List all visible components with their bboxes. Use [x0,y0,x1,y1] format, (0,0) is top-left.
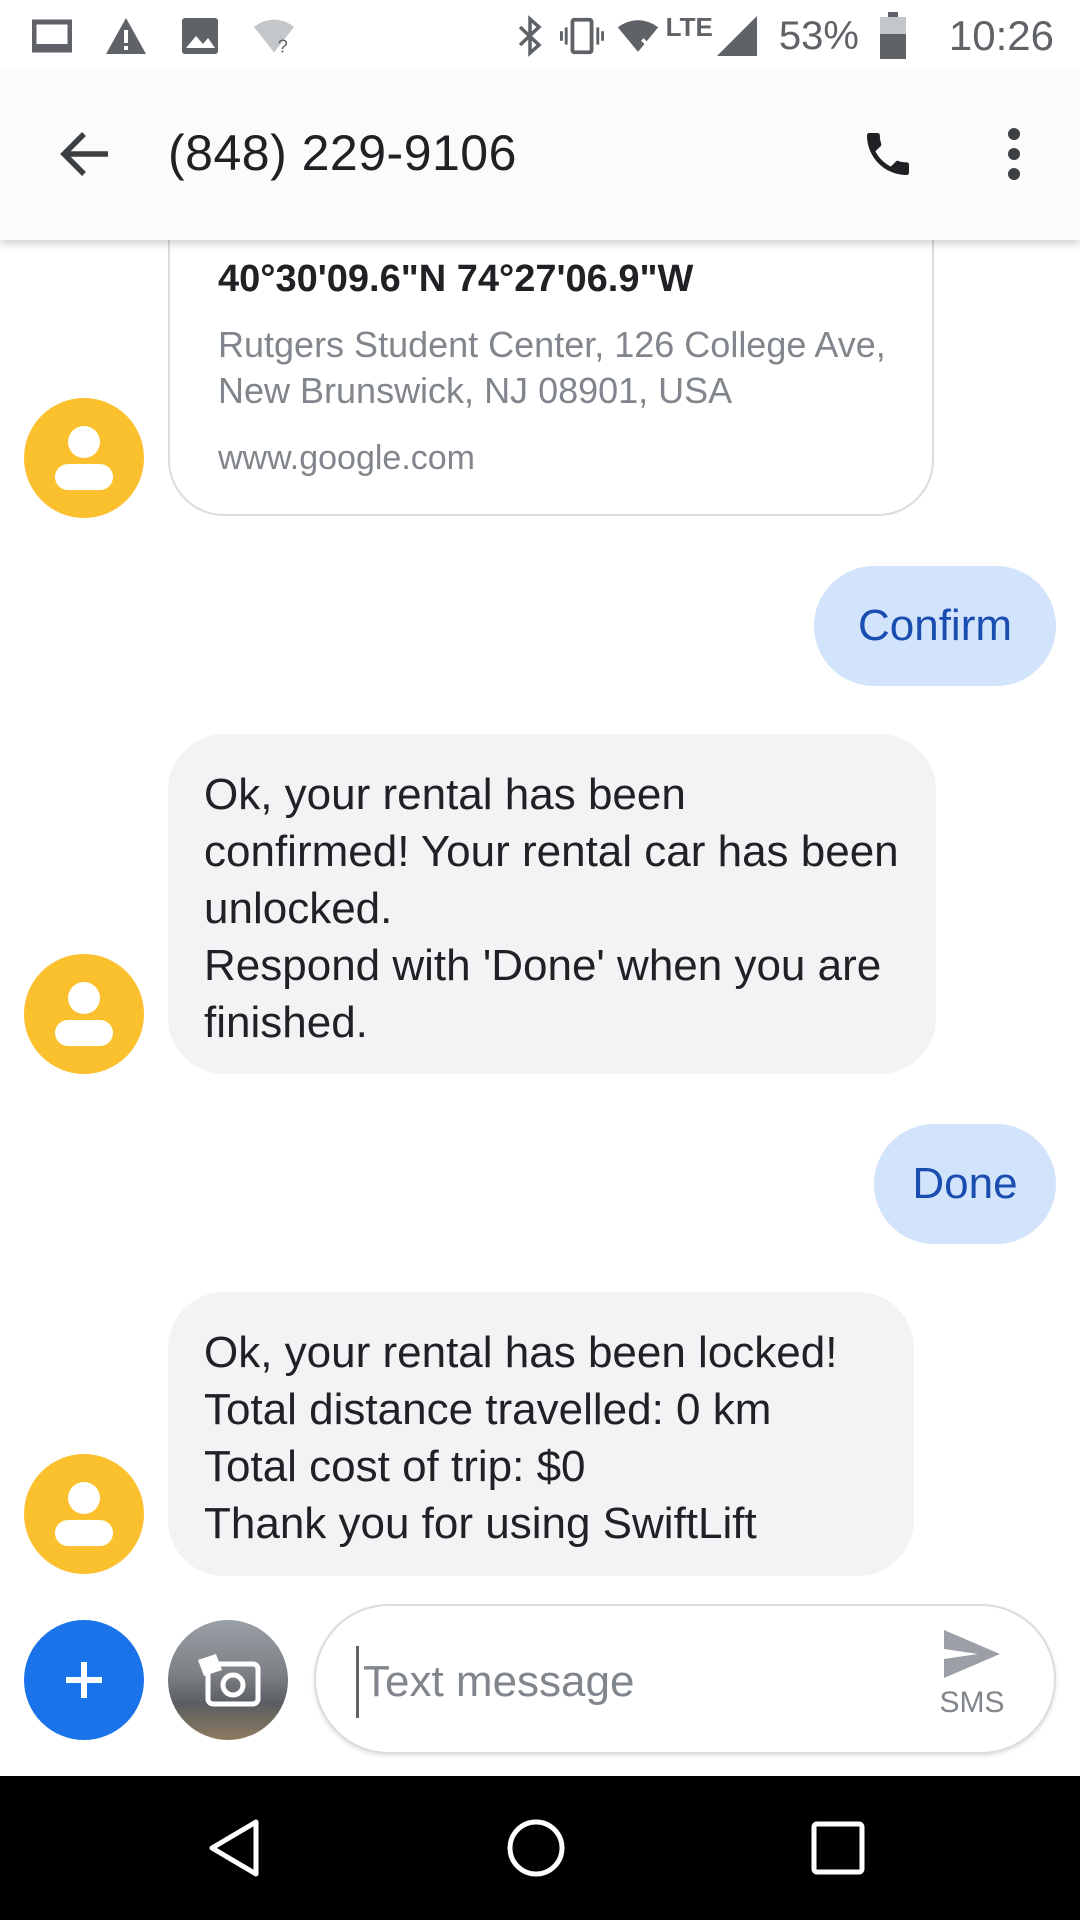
outgoing-message[interactable]: Confirm [814,566,1056,686]
camera-icon [198,1654,261,1707]
bluetooth-icon [508,14,552,58]
send-icon [944,1630,1000,1678]
contact-avatar[interactable] [24,1454,144,1574]
send-mode-label: SMS [939,1686,1005,1719]
signal-icon [715,14,759,58]
navigation-bar [0,1776,1080,1920]
message-input[interactable] [356,1646,876,1718]
warning-icon [104,14,148,58]
clock: 10:26 [948,12,1054,59]
person-icon-body [55,1520,113,1546]
message-field[interactable]: SMS [314,1604,1056,1754]
plus-icon [66,1662,102,1698]
outgoing-message[interactable]: Done [874,1124,1056,1244]
send-sms-button[interactable]: SMS [912,1628,1032,1738]
link-domain: www.google.com [218,439,476,477]
person-icon-body [55,1020,113,1046]
battery-icon [871,12,915,59]
person-icon-head [68,1482,100,1514]
tablet-icon [30,14,74,58]
app-bar: (848) 229-9106 [0,72,1080,240]
nav-recents-button[interactable] [802,1812,874,1884]
location-coords: 40°30'09.6"N 74°27'06.9"W [218,258,694,300]
compose-bar: SMS [0,1600,1080,1776]
wifi-off-icon [616,14,660,58]
camera-button[interactable] [168,1620,288,1740]
more-vert-icon [1008,128,1020,180]
add-attachment-button[interactable] [24,1620,144,1740]
location-address: Rutgers Student Center, 126 College Ave,… [218,324,886,411]
image-icon [178,14,222,58]
nav-recents-icon [811,1821,865,1875]
contact-avatar[interactable] [24,954,144,1074]
lte-indicator: LTE [665,11,713,42]
svg-text:?: ? [278,36,288,57]
vibrate-icon [559,14,604,58]
nav-home-button[interactable] [500,1812,572,1884]
location-link-card[interactable]: 40°30'09.6"N 74°27'06.9"W Rutgers Studen… [168,240,934,516]
status-right-icons: LTE 53% 10:26 [508,0,1080,72]
person-icon-head [68,982,100,1014]
conversation-list[interactable]: 40°30'09.6"N 74°27'06.9"W Rutgers Studen… [0,240,1080,1600]
phone-icon [867,133,909,175]
status-bar: ? LTE 53% 10:26 [0,0,1080,72]
incoming-message[interactable]: Ok, your rental has been confirmed! Your… [168,734,936,1074]
contact-avatar[interactable] [24,398,144,518]
call-button[interactable] [846,112,930,196]
conversation-title: (848) 229-9106 [168,125,517,181]
status-left-icons: ? [30,14,296,58]
person-icon-head [68,426,100,458]
person-icon-body [55,464,113,490]
back-button[interactable] [44,112,128,196]
more-options-button[interactable] [972,112,1056,196]
nav-back-icon [209,1819,259,1877]
battery-percent: 53% [778,13,859,58]
incoming-message[interactable]: Ok, your rental has been locked! Total d… [168,1292,914,1576]
wifi-unknown-icon: ? [252,14,296,58]
nav-back-button[interactable] [198,1812,270,1884]
back-arrow-icon [60,132,108,176]
nav-home-icon [507,1819,565,1877]
